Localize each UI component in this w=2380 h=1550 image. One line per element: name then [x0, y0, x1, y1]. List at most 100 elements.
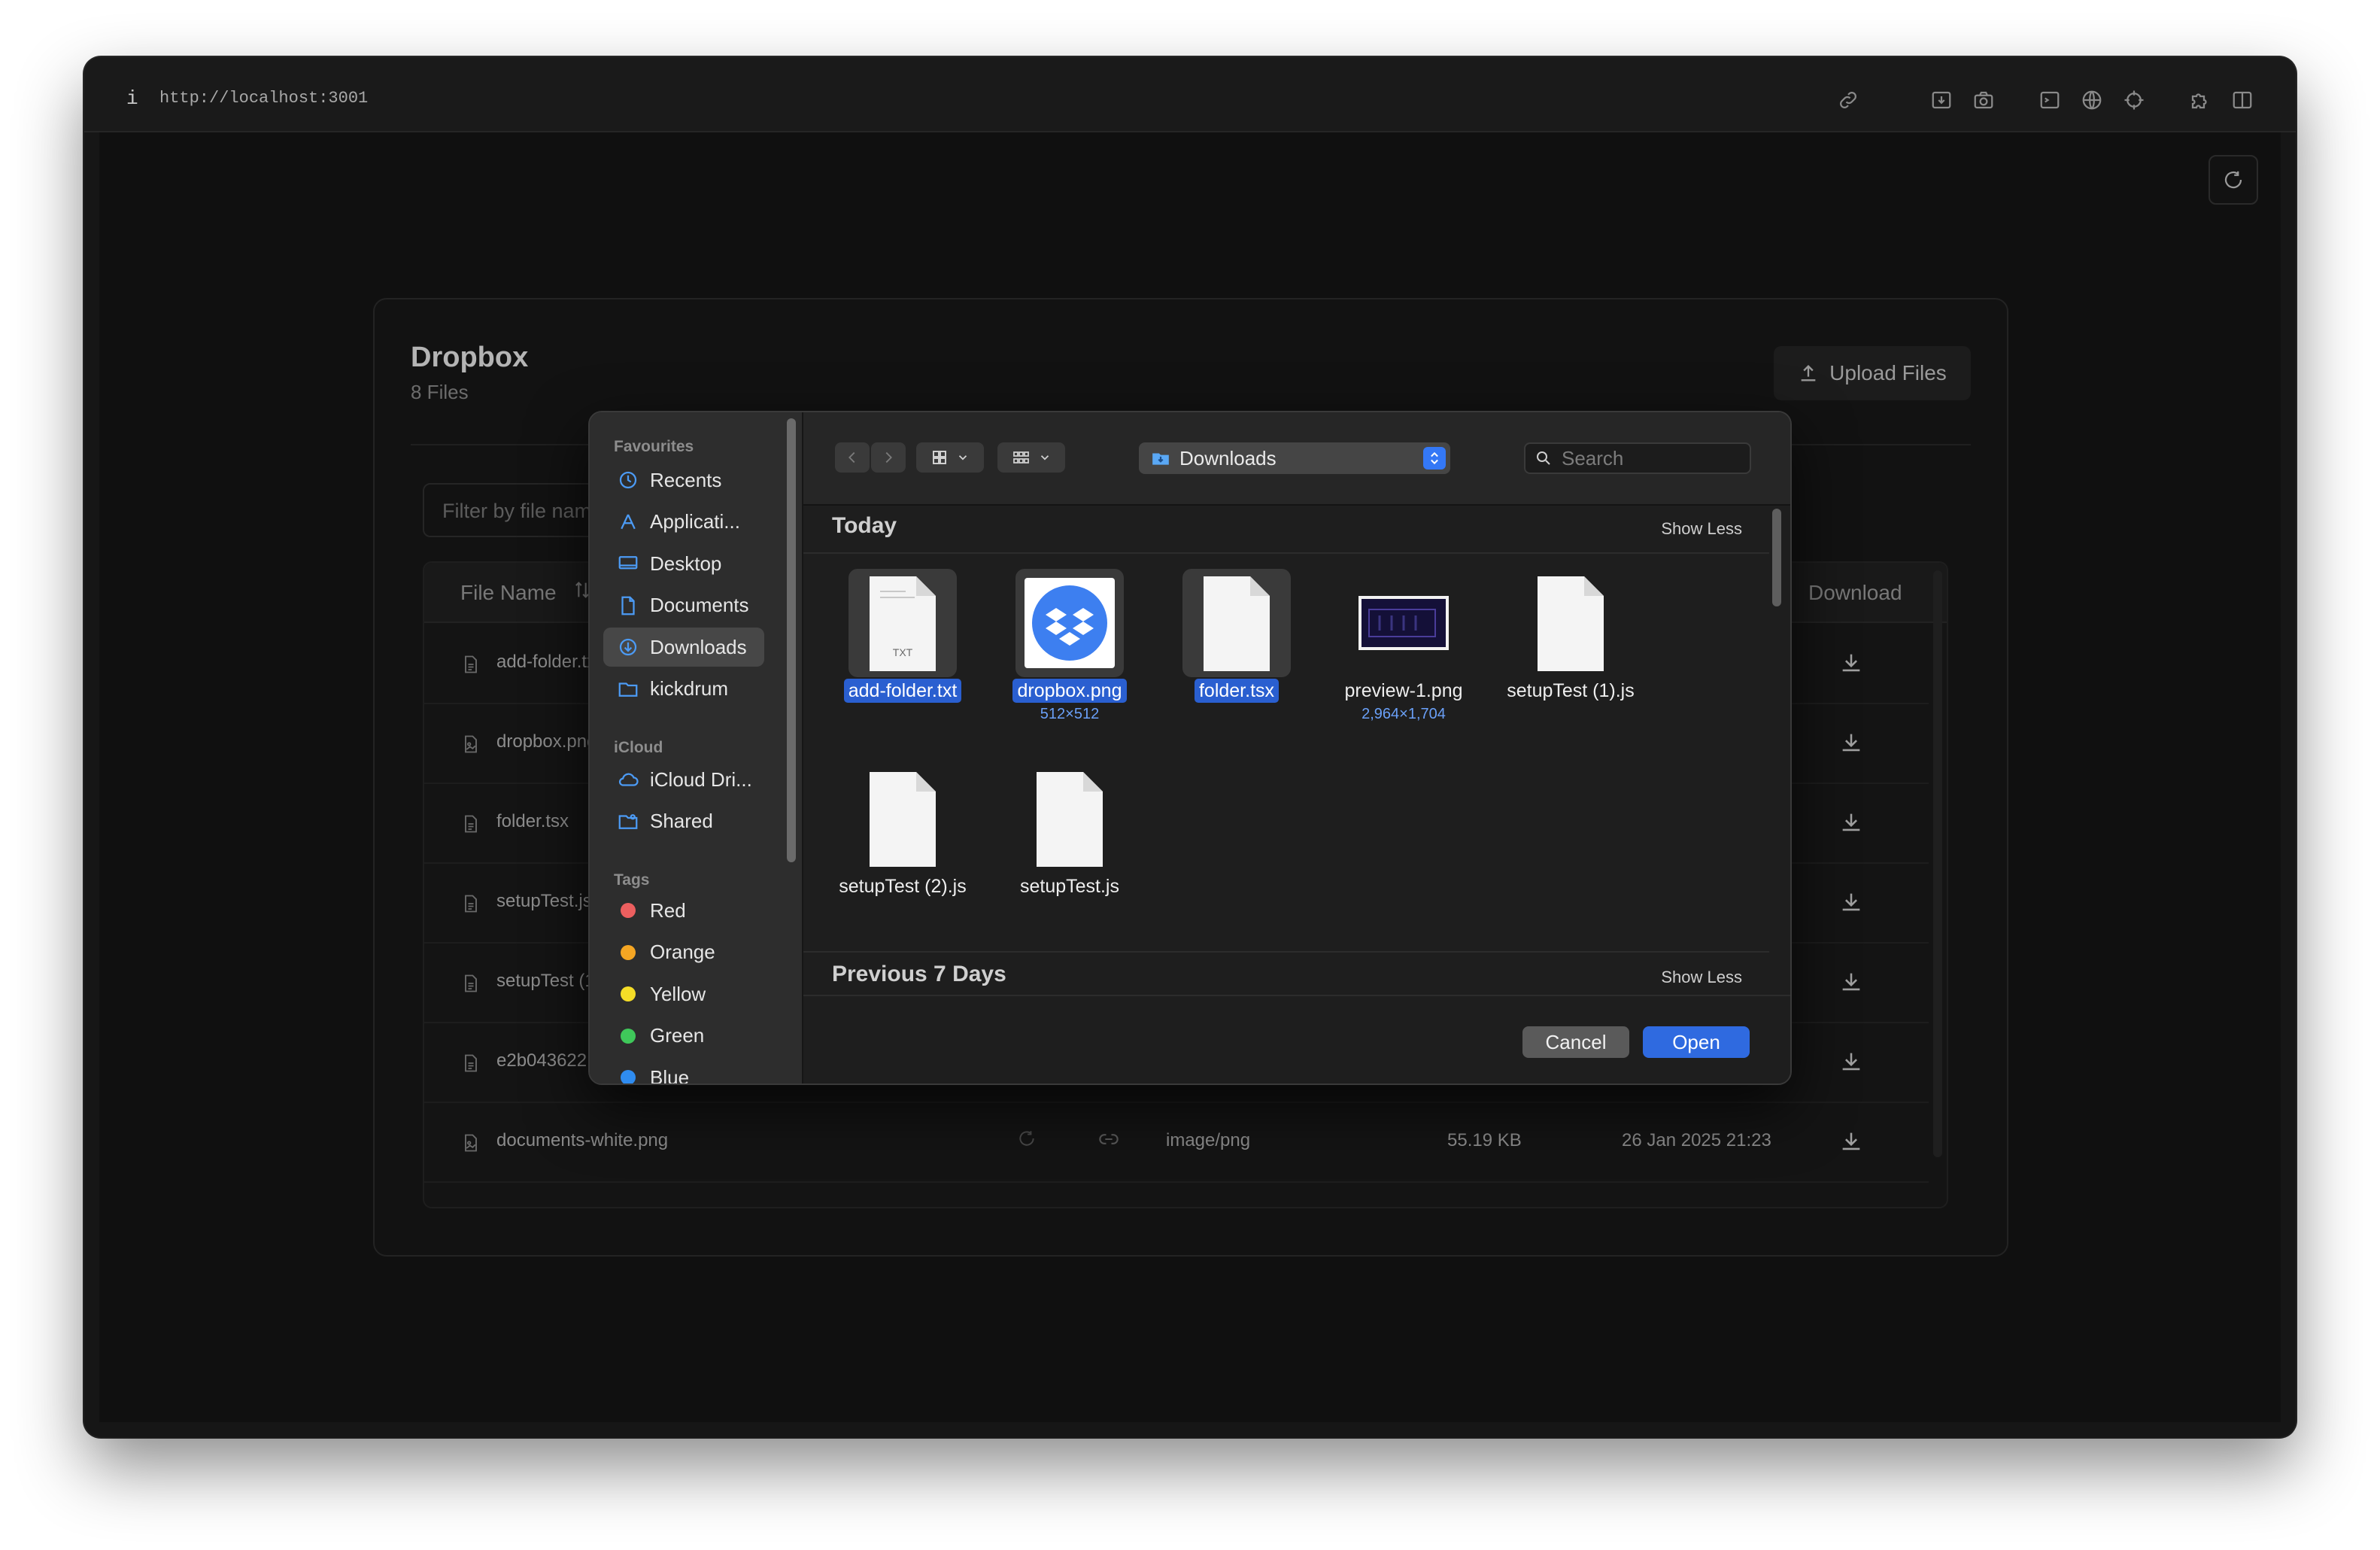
- file-icon: TXT: [848, 569, 957, 677]
- refresh-button[interactable]: [2208, 155, 2258, 205]
- sidebar-item-label: Green: [650, 1024, 705, 1047]
- dialog-sidebar: Favourites Recents Applicati... Desktop Doc…: [590, 412, 803, 1083]
- group-previous-title: Previous 7 Days: [832, 962, 1006, 986]
- upload-files-label: Upload Files: [1829, 361, 1947, 384]
- sidebar-item-icloud-dri[interactable]: iCloud Dri...: [603, 760, 764, 799]
- file-item[interactable]: folder.tsx: [1145, 569, 1328, 734]
- row-file-name: dropbox.png: [496, 731, 597, 752]
- view-mode-button[interactable]: [916, 442, 984, 473]
- tag-color-dot: [621, 1070, 636, 1083]
- chevron-left-icon: [848, 451, 855, 463]
- sidebar-tag-yellow[interactable]: Yellow: [603, 974, 764, 1014]
- previous-show-less[interactable]: Show Less: [1661, 968, 1742, 987]
- download-icon[interactable]: [1838, 969, 1864, 995]
- file-item[interactable]: preview-1.png 2,964×1,704: [1312, 569, 1495, 734]
- sidebar-item-label: iCloud Dri...: [650, 767, 752, 791]
- sidebar-item-label: Applicati...: [650, 510, 740, 533]
- sidebar-item-downloads[interactable]: Downloads: [603, 628, 764, 667]
- today-show-less[interactable]: Show Less: [1661, 519, 1742, 539]
- sidebar-item-applicati[interactable]: Applicati...: [603, 503, 764, 542]
- applications-icon: [617, 511, 639, 533]
- icloud-heading: iCloud: [614, 739, 663, 756]
- back-button[interactable]: [835, 442, 870, 473]
- sidebar-item-shared[interactable]: Shared: [603, 802, 764, 841]
- chevron-down-icon: [958, 455, 967, 460]
- file-icon: [1516, 569, 1625, 677]
- download-icon[interactable]: [1838, 650, 1864, 676]
- tag-color-dot: [621, 1028, 636, 1044]
- camera-icon[interactable]: [1972, 89, 1995, 111]
- sidebar-item-kickdrum[interactable]: kickdrum: [603, 670, 764, 709]
- forward-button[interactable]: [871, 442, 906, 473]
- browser-toolbar: i http://localhost:3001: [84, 57, 2296, 132]
- row-file-name: add-folder.txt: [496, 652, 601, 672]
- sidebar-item-label: Recents: [650, 468, 722, 491]
- sidebar-item-desktop[interactable]: Desktop: [603, 544, 764, 583]
- sidebar-tag-orange[interactable]: Orange: [603, 933, 764, 972]
- sidebar-tag-green[interactable]: Green: [603, 1017, 764, 1056]
- sidebar-item-documents[interactable]: Documents: [603, 586, 764, 625]
- sidebar-item-label: kickdrum: [650, 677, 729, 700]
- sidebar-tag-blue[interactable]: Blue: [603, 1058, 764, 1083]
- up-down-arrows-icon: [1423, 447, 1446, 470]
- file-item[interactable]: setupTest.js: [978, 764, 1161, 930]
- file-item[interactable]: setupTest (1).js: [1479, 569, 1662, 734]
- sidebar-item-recents[interactable]: Recents: [603, 460, 764, 500]
- file-icon: [848, 764, 957, 873]
- file-item[interactable]: TXT add-folder.txt: [811, 569, 994, 734]
- sidebar-scrollbar[interactable]: [787, 418, 796, 862]
- location-popup[interactable]: Downloads: [1139, 442, 1450, 474]
- sidebar-item-label: Desktop: [650, 552, 722, 575]
- files-scrollbar[interactable]: [1772, 509, 1781, 606]
- puzzle-icon[interactable]: [2189, 89, 2212, 111]
- file-icon: [1015, 764, 1124, 873]
- download-icon[interactable]: [1838, 1129, 1864, 1154]
- group-by-button[interactable]: [997, 442, 1065, 473]
- table-row[interactable]: documents-white.png image/png 55.19 KB 26 J…: [424, 1103, 1929, 1183]
- download-icon[interactable]: [1838, 810, 1864, 835]
- download-icon[interactable]: [1838, 889, 1864, 915]
- refresh-icon[interactable]: [1017, 1129, 1040, 1151]
- document-icon: [617, 594, 639, 617]
- url-bar[interactable]: http://localhost:3001: [159, 89, 368, 108]
- crosshair-icon[interactable]: [2123, 89, 2145, 111]
- sidebar-item-label: Red: [650, 898, 686, 922]
- file-item[interactable]: setupTest (2).js: [811, 764, 994, 930]
- open-button[interactable]: Open: [1643, 1026, 1750, 1058]
- upload-files-button[interactable]: Upload Files: [1774, 346, 1971, 400]
- search-field[interactable]: Search: [1524, 442, 1751, 474]
- info-icon[interactable]: i: [126, 87, 138, 110]
- document-icon: [460, 813, 481, 835]
- image-file-icon: [460, 733, 481, 755]
- file-name: setupTest.js: [1019, 876, 1119, 897]
- sidebar-tag-red[interactable]: Red: [603, 891, 764, 930]
- sidebar-item-label: Yellow: [650, 982, 706, 1005]
- file-item[interactable]: dropbox.png 512×512: [978, 569, 1161, 734]
- divider: [803, 951, 1769, 953]
- link-icon[interactable]: [1098, 1129, 1121, 1151]
- split-view-icon[interactable]: [2231, 89, 2254, 111]
- globe-icon[interactable]: [2081, 89, 2103, 111]
- cancel-button[interactable]: Cancel: [1522, 1026, 1629, 1058]
- file-name-wrap: folder.tsx: [1145, 679, 1328, 703]
- download-box-icon[interactable]: [1930, 89, 1953, 111]
- file-icon: [1182, 569, 1291, 677]
- download-icon[interactable]: [1838, 1049, 1864, 1074]
- terminal-icon[interactable]: [2038, 89, 2061, 111]
- tag-color-dot: [621, 903, 636, 918]
- group-grid-icon: [1013, 451, 1029, 463]
- folder-icon: [617, 678, 639, 701]
- link-icon[interactable]: [1837, 89, 1859, 111]
- file-count: 8 Files: [411, 381, 469, 403]
- download-circle-icon: [617, 636, 639, 658]
- document-icon: [460, 1052, 481, 1074]
- file-name-wrap: dropbox.png: [978, 679, 1161, 703]
- file-name: folder.tsx: [1194, 679, 1280, 703]
- column-file-name[interactable]: File Name: [460, 581, 557, 605]
- favourites-heading: Favourites: [614, 438, 694, 455]
- chevron-right-icon: [885, 451, 892, 463]
- download-icon[interactable]: [1838, 730, 1864, 755]
- desktop-icon: [617, 552, 639, 575]
- table-scrollbar[interactable]: [1933, 570, 1942, 1157]
- upload-icon: [1801, 365, 1816, 381]
